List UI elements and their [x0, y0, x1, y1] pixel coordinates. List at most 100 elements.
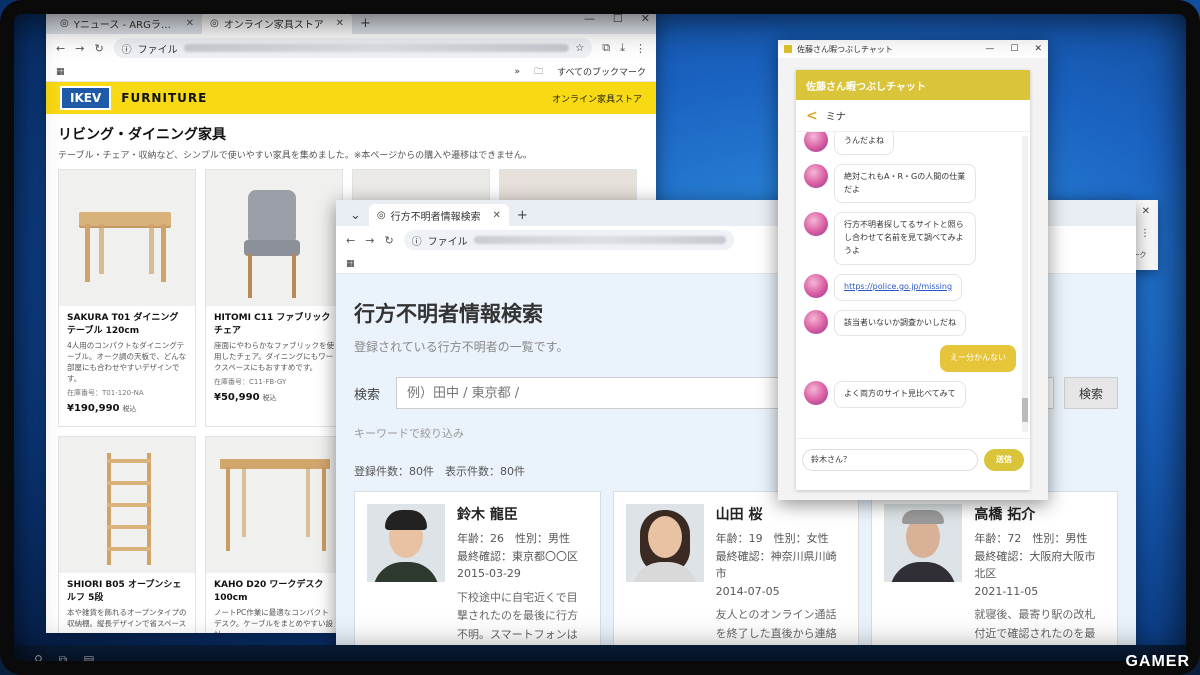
avatar — [804, 132, 828, 152]
product-description: 本や雑貨を飾れるオープンタイプの収納棚。縦長デザインで省スペース — [67, 608, 187, 629]
minimize-icon[interactable]: — — [584, 12, 595, 25]
message-input[interactable] — [802, 448, 978, 471]
product-code: 在庫番号：T01-120-NA — [67, 388, 144, 397]
person-name: 山田 桜 — [715, 507, 763, 523]
address-bar[interactable]: ⓘ ファイル — [403, 230, 734, 250]
search-icon[interactable]: ⚲ — [34, 653, 43, 667]
product-card[interactable]: KAHO D20 ワークデスク 100cm ノートPC作業に最適なコンパクトデス… — [205, 436, 343, 633]
message-bubble: うんだよね — [834, 132, 894, 155]
back-icon[interactable]: ← — [346, 234, 355, 247]
info-icon: ⓘ — [411, 236, 422, 248]
product-name: SHIORI B05 オープンシェルフ 5段 — [67, 580, 182, 603]
chat-scrollbar[interactable] — [1022, 136, 1028, 432]
search-button[interactable]: 検索 — [1064, 377, 1118, 409]
close-icon[interactable]: ✕ — [186, 18, 194, 29]
product-image — [59, 437, 195, 573]
reload-icon[interactable]: ↻ — [94, 42, 103, 55]
task-view-icon[interactable]: ⧉ — [59, 653, 68, 668]
store-logo[interactable]: IKEV — [60, 86, 112, 110]
chat-titlebar: 佐藤さん暇つぶしチャット — ☐ ✕ — [778, 40, 1048, 58]
person-age-sex: 年齢：19 性別：女性 — [715, 532, 829, 545]
page-description: テーブル・チェア・収納など、シンプルで使いやすい家具を集めました。※本ページから… — [58, 151, 532, 161]
tab-furniture[interactable]: ◎ オンライン家具ストア ✕ — [202, 12, 352, 34]
maximize-icon[interactable]: ☐ — [613, 12, 623, 25]
message-list: うんだよね 絶対これもA・R・Gの人間の仕業だよ 行方不明者探してるサイトと照ら… — [796, 132, 1030, 438]
message: 行方不明者探してるサイトと照らし合わせて名前を見て調べてみようよ — [804, 212, 1016, 265]
menu-icon[interactable]: ⋮ — [1140, 228, 1150, 242]
forward-icon[interactable]: → — [365, 234, 374, 247]
maximize-icon[interactable]: ☐ — [1010, 44, 1018, 54]
contact-name: ミナ — [825, 112, 846, 123]
product-card[interactable]: HITOMI C11 ファブリックチェア 座面にやわらかなファブリックを使用した… — [205, 169, 343, 427]
globe-icon: ◎ — [210, 17, 219, 29]
product-description: 座面にやわらかなファブリックを使用したチェア。ダイニングにもワークスペースにもお… — [214, 341, 334, 372]
message-link[interactable]: https://police.go.jp/missing — [834, 273, 963, 301]
star-icon[interactable]: ☆ — [575, 43, 584, 54]
avatar — [804, 212, 828, 237]
close-icon[interactable]: ✕ — [493, 210, 501, 221]
back-chevron-icon[interactable]: < — [806, 108, 818, 124]
product-price: ¥190,990 税込 — [67, 402, 137, 414]
person-photo — [884, 504, 963, 582]
avatar — [804, 273, 828, 298]
product-image — [206, 170, 342, 306]
person-card[interactable]: 高橋 拓介 年齢：72 性別：男性 最終確認：大阪府大阪市北区 2021-11-… — [871, 491, 1119, 660]
close-window-icon[interactable]: ✕ — [1034, 44, 1042, 54]
url-blurred — [183, 44, 570, 52]
minimize-icon[interactable]: — — [985, 44, 994, 54]
person-name: 鈴木 龍臣 — [457, 507, 518, 523]
store-brand: FURNITURE — [121, 91, 208, 105]
tab-news[interactable]: ◎ Yニュース - ARGラボと関連ニュース ✕ — [52, 12, 202, 34]
info-icon: ⓘ — [121, 44, 132, 56]
apps-grid-icon[interactable]: ▦ — [346, 259, 355, 269]
product-name: HITOMI C11 ファブリックチェア — [214, 313, 331, 336]
url-blurred — [473, 236, 726, 244]
taskbar: ⚲ ⧉ ▤ — [0, 645, 1200, 675]
tab-missing-search[interactable]: ◎ 行方不明者情報検索 ✕ — [368, 204, 509, 226]
message-bubble: 行方不明者探してるサイトと照らし合わせて名前を見て調べてみようよ — [834, 212, 976, 265]
chevron-right-icon[interactable]: » — [514, 67, 520, 77]
person-name: 高橋 拓介 — [974, 507, 1036, 523]
app-icon — [784, 45, 792, 53]
tab-list-chevron-down-icon[interactable]: ⌄ — [342, 204, 369, 226]
close-window-icon[interactable]: ✕ — [641, 12, 650, 25]
product-description: 4人用のコンパクトなダイニングテーブル。オーク調の天板で、どんな部屋にも合わせや… — [67, 341, 187, 383]
message: 該当者いないか調査かいしだね — [804, 309, 1016, 337]
message-own: えー分かんない — [804, 345, 1016, 373]
search-label: 検索 — [354, 387, 381, 403]
download-icon[interactable]: ⤓ — [620, 41, 625, 55]
message: 絶対これもA・R・Gの人間の仕業だよ — [804, 163, 1016, 204]
message: よく両方のサイト見比べてみて — [804, 381, 1016, 408]
person-card[interactable]: 山田 桜 年齢：19 性別：女性 最終確認：神奈川県川崎市 2014-07-05… — [612, 491, 860, 660]
desktop: ◎ Yニュース - ARGラボと関連ニュース ✕ ◎ オンライン家具ストア ✕ … — [0, 0, 1200, 675]
all-bookmarks-link[interactable]: すべてのブックマーク — [557, 65, 646, 78]
apps-grid-icon[interactable]: ▦ — [56, 67, 65, 77]
address-bar[interactable]: ⓘ ファイル ☆ — [113, 38, 593, 58]
send-button[interactable]: 送信 — [984, 448, 1024, 471]
person-date: 2021-11-05 — [974, 584, 1039, 598]
chat-header: 佐藤さん暇つぶしチャット — [796, 70, 1030, 100]
reload-icon[interactable]: ↻ — [384, 234, 393, 247]
person-date: 2015-03-29 — [457, 567, 521, 581]
close-window-icon[interactable]: ✕ — [1142, 206, 1150, 218]
person-card-list: 鈴木 龍臣 年齢：26 性別：男性 最終確認：東京都〇〇区 2015-03-29… — [354, 491, 1119, 660]
person-age-sex: 年齢：72 性別：男性 — [974, 532, 1088, 545]
product-card[interactable]: SAKURA T01 ダイニングテーブル 120cm 4人用のコンパクトなダイニ… — [58, 169, 196, 427]
person-last-seen: 最終確認：神奈川県川崎市 — [715, 549, 837, 581]
close-icon[interactable]: ✕ — [336, 18, 344, 29]
message-bubble: よく両方のサイト見比べてみて — [834, 381, 966, 408]
bookmarks-bar: ▦ » 🗀 すべてのブックマーク — [46, 62, 656, 82]
chat-contact-bar: < ミナ — [796, 100, 1030, 132]
product-image — [206, 437, 342, 573]
forward-icon[interactable]: → — [75, 42, 84, 55]
back-icon[interactable]: ← — [56, 42, 65, 55]
product-card[interactable]: SHIORI B05 オープンシェルフ 5段 本や雑貨を飾れるオープンタイプの収… — [58, 436, 196, 633]
extensions-icon[interactable]: ⧉ — [602, 41, 610, 55]
new-tab-button[interactable]: + — [509, 204, 536, 226]
calculator-icon[interactable]: ▤ — [83, 653, 94, 667]
chat-panel: 佐藤さん暇つぶしチャット < ミナ うんだよね 絶対これもA・R・Gの人間の仕業… — [796, 70, 1030, 490]
menu-icon[interactable]: ⋮ — [635, 42, 646, 55]
person-date: 2014-07-05 — [715, 584, 780, 598]
new-tab-button[interactable]: + — [352, 12, 379, 34]
person-card[interactable]: 鈴木 龍臣 年齢：26 性別：男性 最終確認：東京都〇〇区 2015-03-29… — [354, 491, 601, 660]
